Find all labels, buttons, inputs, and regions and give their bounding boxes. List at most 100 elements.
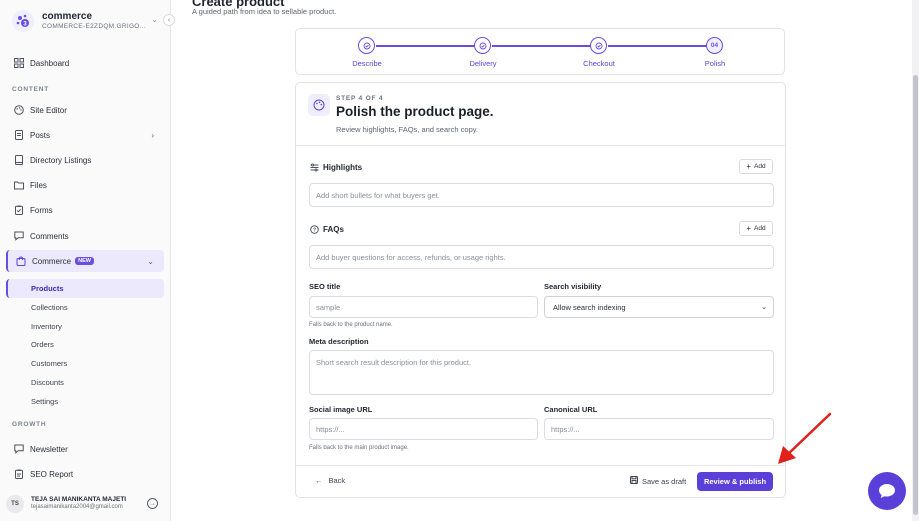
user-email: tejasaimanikanta2004@gmail.com <box>31 504 123 511</box>
card-title: Polish the product page. <box>336 104 494 119</box>
meta-description-label: Meta description <box>309 337 369 346</box>
brand-logo-icon: 3 <box>12 10 34 32</box>
site-name: commerce <box>42 10 93 22</box>
highlights-input[interactable]: Add short bullets for what buyers get. <box>309 183 774 207</box>
plus-icon: + <box>746 162 752 171</box>
plus-icon: + <box>746 224 752 233</box>
chevron-down-icon: ⌄ <box>761 304 767 311</box>
user-name: TEJA SAI MANIKANTA MAJETI <box>31 495 127 503</box>
sidebar-item-comments[interactable]: Comments <box>6 225 164 247</box>
meta-description-textarea[interactable]: Short search result description for this… <box>309 350 774 395</box>
page-subtitle: A guided path from idea to sellable prod… <box>192 7 337 16</box>
sidebar-subitem-products[interactable]: Products <box>6 279 164 298</box>
sidebar-item-label: Newsletter <box>30 444 68 454</box>
social-image-input[interactable]: https://... <box>309 418 538 440</box>
scrollbar-thumb[interactable] <box>913 75 918 515</box>
chat-icon <box>14 444 24 454</box>
folder-icon <box>14 180 24 190</box>
sidebar-item-label: Dashboard <box>30 58 70 68</box>
new-badge: NEW <box>75 257 94 265</box>
back-button[interactable]: ← Back <box>315 476 345 485</box>
social-image-hint: Falls back to the main product image. <box>309 445 409 451</box>
document-icon <box>14 130 24 140</box>
add-label: Add <box>754 225 766 232</box>
sidebar-item-seo-report[interactable]: SEO Report <box>6 463 164 485</box>
step-connector <box>376 45 477 47</box>
sidebar-item-newsletter[interactable]: Newsletter <box>6 438 164 460</box>
sidebar-item-forms[interactable]: Forms <box>6 199 164 221</box>
step-label-delivery[interactable]: Delivery <box>443 59 523 68</box>
help-circle-icon: ? <box>309 224 319 234</box>
page-scrollbar[interactable] <box>912 0 919 521</box>
check-icon[interactable] <box>474 37 491 54</box>
sidebar-subitem-discounts[interactable]: Discounts <box>6 373 164 392</box>
seo-title-input[interactable]: sample <box>309 296 538 318</box>
step-label-polish[interactable]: Polish <box>675 59 755 68</box>
collapse-sidebar-button[interactable]: ‹ <box>163 14 175 26</box>
sidebar-item-label: Site Editor <box>30 105 67 115</box>
check-icon[interactable] <box>590 37 607 54</box>
card-subtitle: Review highlights, FAQs, and search copy… <box>336 125 479 134</box>
divider <box>296 465 785 466</box>
sidebar-item-posts[interactable]: Posts › <box>6 124 164 146</box>
report-icon <box>14 469 24 479</box>
sidebar-item-label: Commerce <box>32 256 72 266</box>
sidebar: 3 commerce COMMERCE-E2ZDQM.GRIGO... ⌄ ‹ … <box>0 0 175 521</box>
canonical-url-label: Canonical URL <box>544 405 598 414</box>
shopping-bag-icon <box>16 256 26 266</box>
polish-step-card: STEP 4 OF 4 Polish the product page. Rev… <box>295 82 786 498</box>
sidebar-item-label: SEO Report <box>30 469 74 479</box>
canonical-url-input[interactable]: https://... <box>544 418 774 440</box>
book-icon <box>14 155 24 165</box>
save-draft-button[interactable]: Save as draft <box>630 476 686 486</box>
sidebar-item-directory-listings[interactable]: Directory Listings <box>6 149 164 171</box>
divider <box>296 145 785 146</box>
logout-icon[interactable]: → <box>147 498 158 509</box>
back-label: Back <box>328 476 346 485</box>
step-label-describe[interactable]: Describe <box>327 59 407 68</box>
dashboard-icon <box>14 58 24 68</box>
add-faq-button[interactable]: + Add <box>739 221 773 236</box>
sidebar-subitem-customers[interactable]: Customers <box>6 354 164 373</box>
faqs-input[interactable]: Add buyer questions for access, refunds,… <box>309 245 774 269</box>
step-connector <box>608 45 708 47</box>
chevron-down-icon: ⌄ <box>151 15 158 24</box>
section-growth-heading: GROWTH <box>12 421 47 428</box>
faqs-title: FAQs <box>323 224 344 234</box>
search-visibility-select[interactable]: Allow search indexing ⌄ <box>544 296 774 318</box>
sidebar-item-label: Directory Listings <box>30 155 92 165</box>
clipboard-icon <box>14 205 24 215</box>
sidebar-subitem-inventory[interactable]: Inventory <box>6 317 164 336</box>
sidebar-item-commerce[interactable]: Commerce NEW ⌄ <box>6 250 164 272</box>
check-icon[interactable] <box>358 37 375 54</box>
sidebar-subitem-orders[interactable]: Orders <box>6 335 164 354</box>
site-id: COMMERCE-E2ZDQM.GRIGO... <box>42 23 146 31</box>
seo-title-hint: Falls back to the product name. <box>309 322 393 328</box>
step-connector <box>492 45 593 47</box>
faqs-heading: ? FAQs <box>309 224 344 234</box>
sidebar-item-dashboard[interactable]: Dashboard <box>6 52 164 74</box>
sidebar-item-label: Files <box>30 180 47 190</box>
chevron-down-icon: ⌄ <box>147 256 154 266</box>
save-draft-label: Save as draft <box>642 476 687 486</box>
add-label: Add <box>754 163 766 170</box>
site-switcher[interactable]: 3 commerce COMMERCE-E2ZDQM.GRIGO... ⌄ <box>12 9 162 33</box>
sidebar-item-label: Forms <box>30 205 53 215</box>
add-highlight-button[interactable]: + Add <box>739 159 773 174</box>
chat-widget-button[interactable] <box>868 472 906 510</box>
palette-icon <box>308 94 330 116</box>
step-label-checkout[interactable]: Checkout <box>559 59 639 68</box>
sliders-icon <box>309 162 319 172</box>
search-visibility-value: Allow search indexing <box>553 302 626 312</box>
social-image-label: Social image URL <box>309 405 373 414</box>
sidebar-item-files[interactable]: Files <box>6 174 164 196</box>
sidebar-subitem-settings[interactable]: Settings <box>6 392 164 411</box>
step-number[interactable]: 04 <box>706 37 723 54</box>
sidebar-item-site-editor[interactable]: Site Editor <box>6 99 164 121</box>
sidebar-subitem-collections[interactable]: Collections <box>6 298 164 317</box>
review-publish-button[interactable]: Review & publish <box>697 472 773 491</box>
user-profile: TS TEJA SAI MANIKANTA MAJETI tejasaimani… <box>6 492 164 516</box>
highlights-title: Highlights <box>323 162 363 172</box>
section-content-heading: CONTENT <box>12 86 50 93</box>
step-counter: STEP 4 OF 4 <box>336 95 384 102</box>
